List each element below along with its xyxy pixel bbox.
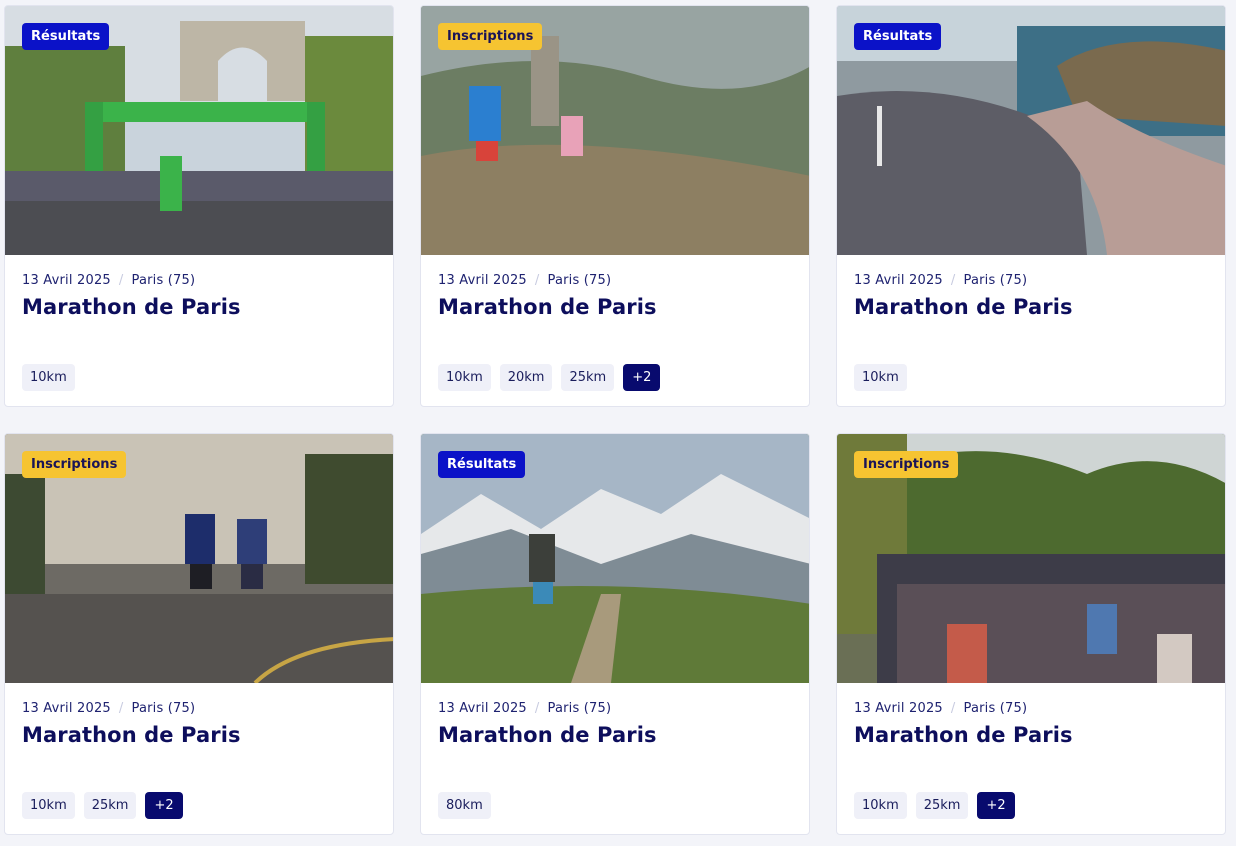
distance-tags: 80km: [438, 792, 491, 819]
status-badge: Inscriptions: [438, 23, 543, 50]
event-card[interactable]: Inscriptions 13 Avril 2025 / Paris (75) Ma…: [420, 5, 810, 407]
event-photo-arc-de-triomphe: Résultats: [5, 6, 393, 255]
distance-tag: 25km: [915, 792, 969, 819]
event-location: Paris (75): [131, 701, 196, 716]
distance-tag: 10km: [438, 364, 491, 391]
event-meta: 13 Avril 2025 / Paris (75): [854, 701, 1027, 716]
event-date: 13 Avril 2025: [854, 273, 943, 288]
distance-tags: 10km: [22, 364, 75, 391]
event-meta: 13 Avril 2025 / Paris (75): [854, 273, 1027, 288]
meta-separator: /: [534, 273, 540, 288]
event-grid: Résultats 13 Avril 2025 / Paris (75) Marat…: [0, 0, 1236, 846]
status-badge: Inscriptions: [22, 451, 127, 478]
event-title[interactable]: Marathon de Paris: [438, 723, 657, 747]
event-photo-mountain-runner: Résultats: [421, 434, 809, 683]
event-location: Paris (75): [547, 273, 612, 288]
event-meta: 13 Avril 2025 / Paris (75): [438, 273, 611, 288]
event-date: 13 Avril 2025: [438, 701, 527, 716]
more-distances-tag[interactable]: +2: [977, 792, 1015, 819]
event-photo-crowd-palm-trees: Inscriptions: [837, 434, 1225, 683]
status-badge: Inscriptions: [854, 451, 959, 478]
event-location: Paris (75): [131, 273, 196, 288]
event-title[interactable]: Marathon de Paris: [22, 723, 241, 747]
status-badge: Résultats: [22, 23, 110, 50]
meta-separator: /: [118, 701, 124, 716]
event-card[interactable]: Inscriptions 13 Avril 2025 / Paris (75) Ma…: [836, 433, 1226, 835]
event-date: 13 Avril 2025: [22, 273, 111, 288]
event-meta: 13 Avril 2025 / Paris (75): [438, 701, 611, 716]
meta-separator: /: [534, 701, 540, 716]
event-date: 13 Avril 2025: [438, 273, 527, 288]
distance-tag: 80km: [438, 792, 491, 819]
event-card[interactable]: Inscriptions 13 Avril 2025 / Paris (75) Ma…: [4, 433, 394, 835]
event-photo-street-runners: Inscriptions: [5, 434, 393, 683]
meta-separator: /: [950, 701, 956, 716]
event-card[interactable]: Résultats 13 Avril 2025 / Paris (75) Marat…: [420, 433, 810, 835]
event-card[interactable]: Résultats 13 Avril 2025 / Paris (75) Marat…: [4, 5, 394, 407]
event-location: Paris (75): [963, 273, 1028, 288]
status-badge: Résultats: [438, 451, 526, 478]
distance-tags: 10km 20km 25km +2: [438, 364, 661, 391]
event-date: 13 Avril 2025: [854, 701, 943, 716]
distance-tag: 20km: [499, 364, 553, 391]
event-date: 13 Avril 2025: [22, 701, 111, 716]
distance-tags: 10km 25km +2: [854, 792, 1015, 819]
event-title[interactable]: Marathon de Paris: [854, 723, 1073, 747]
event-location: Paris (75): [963, 701, 1028, 716]
distance-tag: 25km: [83, 792, 137, 819]
distance-tags: 10km: [854, 364, 907, 391]
event-title[interactable]: Marathon de Paris: [438, 295, 657, 319]
meta-separator: /: [950, 273, 956, 288]
event-meta: 13 Avril 2025 / Paris (75): [22, 273, 195, 288]
event-meta: 13 Avril 2025 / Paris (75): [22, 701, 195, 716]
event-photo-coastal-road: Résultats: [837, 6, 1225, 255]
event-card[interactable]: Résultats 13 Avril 2025 / Paris (75) Marat…: [836, 5, 1226, 407]
distance-tag: 10km: [854, 364, 907, 391]
meta-separator: /: [118, 273, 124, 288]
event-title[interactable]: Marathon de Paris: [22, 295, 241, 319]
more-distances-tag[interactable]: +2: [145, 792, 183, 819]
status-badge: Résultats: [854, 23, 942, 50]
distance-tag: 10km: [22, 792, 75, 819]
distance-tag: 25km: [561, 364, 615, 391]
event-title[interactable]: Marathon de Paris: [854, 295, 1073, 319]
distance-tag: 10km: [22, 364, 75, 391]
event-location: Paris (75): [547, 701, 612, 716]
distance-tags: 10km 25km +2: [22, 792, 183, 819]
event-photo-trail-runners: Inscriptions: [421, 6, 809, 255]
distance-tag: 10km: [854, 792, 907, 819]
more-distances-tag[interactable]: +2: [623, 364, 661, 391]
